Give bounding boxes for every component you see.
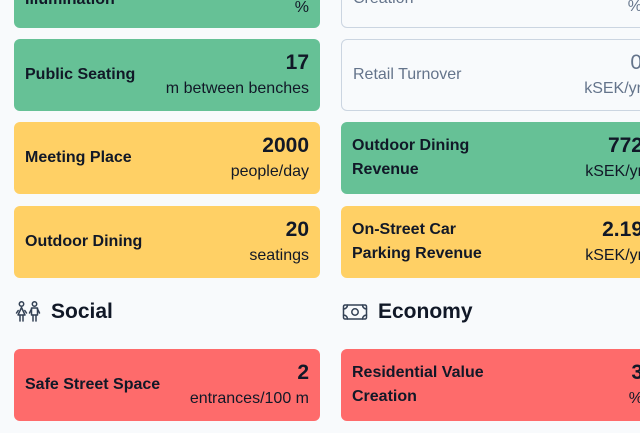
card-name: Meeting Place <box>25 149 132 166</box>
safe-street-space-card[interactable]: Safe Street Space 2 entrances/100 m <box>14 349 320 421</box>
card-name: Public Seating <box>25 66 136 83</box>
card-unit: kSEK/yr <box>584 80 640 97</box>
card-name: Residential Value Creation <box>352 364 484 405</box>
outdoor-dining-card[interactable]: Outdoor Dining 20 seatings <box>14 206 320 278</box>
card-value: 2 <box>297 361 309 384</box>
people-icon <box>15 300 41 324</box>
public-seating-card[interactable]: Public Seating 17 m between benches <box>14 39 320 111</box>
card-unit: % <box>629 389 640 409</box>
section-title: Economy <box>378 300 473 323</box>
illumination-card[interactable]: Illumination % <box>14 0 320 28</box>
meeting-place-card[interactable]: Meeting Place 2000 people/day <box>14 122 320 194</box>
card-unit: entrances/100 m <box>189 390 309 407</box>
card-value: 3 <box>631 361 640 384</box>
card-name: On-Street Car Parking Revenue <box>352 221 482 262</box>
card-value: 2.19 <box>602 218 640 241</box>
section-title: Social <box>51 300 113 323</box>
car-parking-revenue-card[interactable]: On-Street Car Parking Revenue 2.19 kSEK/… <box>341 206 640 278</box>
creation-card[interactable]: Creation % <box>341 0 640 28</box>
card-value: 20 <box>285 218 309 241</box>
card-name: Retail Turnover <box>353 66 462 83</box>
card-value: 17 <box>285 51 309 74</box>
card-unit: people/day <box>230 163 309 180</box>
card-value: 772 <box>607 134 640 157</box>
residential-value-card[interactable]: Residential Value Creation 3 % <box>341 349 640 421</box>
card-unit: % <box>628 0 640 17</box>
card-name: Illumination <box>25 0 115 12</box>
social-section-header: Social <box>15 300 113 324</box>
card-name: Outdoor Dining Revenue <box>352 137 470 178</box>
card-value: 0 <box>630 51 640 74</box>
money-icon <box>342 301 368 323</box>
card-unit: kSEK/yr <box>585 163 640 180</box>
card-value: 2000 <box>262 134 309 157</box>
economy-section-header: Economy <box>342 300 473 324</box>
card-unit: % <box>294 0 309 16</box>
card-unit: kSEK/yr <box>585 247 640 264</box>
card-name: Outdoor Dining <box>25 233 143 250</box>
outdoor-dining-revenue-card[interactable]: Outdoor Dining Revenue 772 kSEK/yr <box>341 122 640 194</box>
card-unit: m between benches <box>165 80 309 97</box>
retail-turnover-card[interactable]: Retail Turnover 0 kSEK/yr <box>341 39 640 111</box>
card-unit: seatings <box>249 247 309 264</box>
card-name: Creation <box>353 0 413 11</box>
card-name: Safe Street Space <box>25 376 161 393</box>
